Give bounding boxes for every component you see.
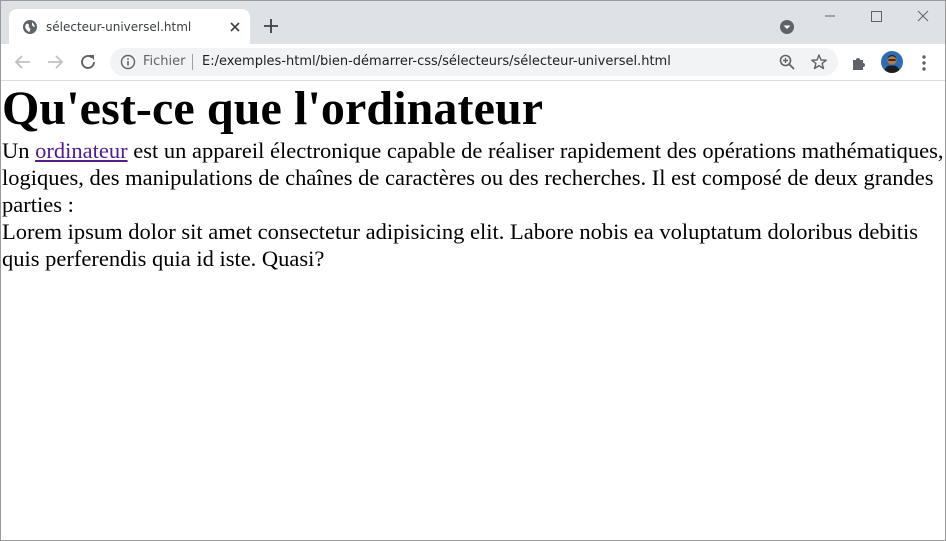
page-title: Qu'est-ce que l'ordinateur	[2, 82, 544, 135]
lorem-paragraph: Lorem ipsum dolor sit amet consectetur a…	[2, 219, 919, 271]
page-content: Qu'est-ce que l'ordinateur Un ordinateur…	[2, 81, 944, 272]
scheme-label: Fichier	[143, 54, 186, 69]
browser-toolbar: Fichier E:/exemples-html/bien-démarrer-c…	[1, 44, 945, 81]
intro-prefix: Un	[2, 138, 36, 163]
maximize-icon[interactable]	[853, 1, 899, 31]
close-icon[interactable]	[899, 1, 945, 31]
address-divider	[192, 54, 193, 70]
address-bar[interactable]: Fichier E:/exemples-html/bien-démarrer-c…	[110, 48, 838, 76]
star-icon[interactable]	[810, 53, 828, 71]
tab-strip: sélecteur-universel.html	[1, 1, 945, 44]
tab-search-icon[interactable]	[777, 17, 797, 37]
browser-tab[interactable]: sélecteur-universel.html	[9, 9, 250, 44]
url-text[interactable]: E:/exemples-html/bien-démarrer-css/sélec…	[202, 54, 671, 70]
profile-picture	[881, 51, 903, 73]
minimize-icon[interactable]	[807, 1, 853, 31]
tab-close-icon[interactable]	[227, 19, 243, 35]
intro-text: est un appareil électronique capable de …	[2, 138, 944, 217]
plus-icon[interactable]	[262, 17, 280, 35]
reload-icon[interactable]	[76, 50, 100, 74]
ordinateur-link[interactable]: ordinateur	[35, 138, 127, 163]
extensions-icon[interactable]	[849, 53, 869, 73]
forward-icon[interactable]	[43, 50, 67, 74]
tab-title: sélecteur-universel.html	[46, 20, 192, 34]
globe-icon	[23, 20, 37, 34]
zoom-icon[interactable]	[778, 53, 796, 71]
avatar[interactable]	[881, 51, 903, 73]
menu-icon[interactable]	[915, 53, 933, 73]
back-icon[interactable]	[11, 50, 35, 74]
intro-paragraph: Un ordinateur est un appareil électroniq…	[2, 137, 944, 218]
info-icon[interactable]	[120, 54, 136, 70]
